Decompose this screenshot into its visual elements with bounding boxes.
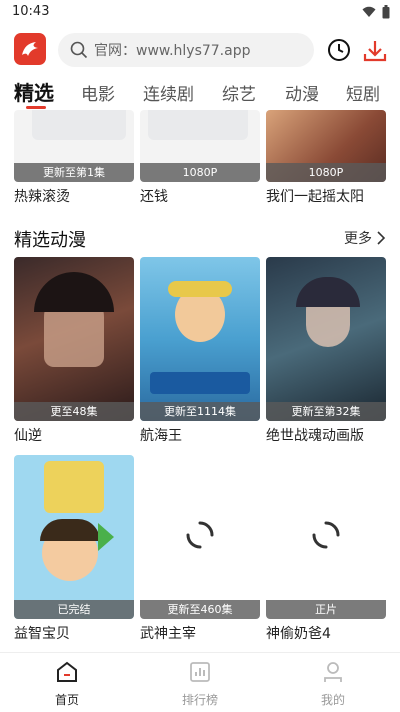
status-badge: 1080P <box>266 163 386 182</box>
tab-series[interactable]: 连续剧 <box>143 80 194 105</box>
section-header: 精选动漫 更多 <box>14 226 386 252</box>
active-tab-indicator <box>26 106 46 109</box>
card-title: 还钱 <box>140 189 168 205</box>
card-title: 仙逆 <box>14 428 42 444</box>
status-time: 10:43 <box>12 4 50 19</box>
tab-anime[interactable]: 动漫 <box>285 80 319 105</box>
card-title: 神偷奶爸4 <box>266 626 331 642</box>
chevron-right-icon <box>377 231 386 245</box>
media-card[interactable]: 正片 神偷奶爸4 <box>266 455 386 643</box>
section-title: 精选动漫 <box>14 230 86 251</box>
bottom-nav: 首页 排行榜 我的 <box>0 652 400 712</box>
nav-rankings-label: 排行榜 <box>181 693 218 707</box>
status-badge: 已完结 <box>14 600 134 619</box>
poster: 正片 <box>266 455 386 619</box>
media-card[interactable]: 1080P 我们一起摇太阳 <box>266 110 386 206</box>
nav-profile[interactable]: 我的 <box>293 661 373 708</box>
status-badge: 1080P <box>140 163 260 182</box>
more-button[interactable]: 更多 <box>344 228 386 248</box>
card-title: 热辣滚烫 <box>14 189 70 205</box>
media-card[interactable]: 更新至1114集 航海王 <box>140 257 260 445</box>
status-badge: 更新至1114集 <box>140 402 260 421</box>
search-placeholder: 官网：www.hlys77.app <box>94 43 251 59</box>
chart-icon <box>190 662 210 682</box>
more-label: 更多 <box>344 231 372 247</box>
search-icon <box>70 41 88 59</box>
status-badge: 更新至第32集 <box>266 402 386 421</box>
status-badge: 更新至第1集 <box>14 163 134 182</box>
media-card[interactable]: 已完结 益智宝贝 <box>14 455 134 643</box>
battery-icon <box>382 5 390 19</box>
card-title: 航海王 <box>140 428 182 444</box>
media-card[interactable]: 更至48集 仙逆 <box>14 257 134 445</box>
history-icon[interactable] <box>327 38 351 62</box>
poster: 1080P <box>266 110 386 182</box>
home-icon <box>57 661 77 682</box>
nav-profile-label: 我的 <box>320 693 345 707</box>
search-input[interactable]: 官网：www.hlys77.app <box>58 33 314 67</box>
poster: 1080P <box>140 110 260 182</box>
status-badge: 更至48集 <box>14 402 134 421</box>
tab-movies[interactable]: 电影 <box>81 80 115 105</box>
loading-spinner-icon <box>312 521 340 549</box>
user-icon <box>324 662 342 682</box>
status-badge: 正片 <box>266 600 386 619</box>
poster: 更至48集 <box>14 257 134 421</box>
nav-rankings[interactable]: 排行榜 <box>160 661 240 708</box>
poster: 更新至第1集 <box>14 110 134 182</box>
top-bar: 官网：www.hlys77.app <box>0 30 400 70</box>
status-bar: 10:43 <box>0 0 400 24</box>
card-title: 武神主宰 <box>140 626 196 642</box>
card-title: 我们一起摇太阳 <box>266 189 364 205</box>
tab-variety[interactable]: 综艺 <box>222 80 256 105</box>
media-card[interactable]: 更新至第1集 热辣滚烫 <box>14 110 134 206</box>
media-card[interactable]: 更新至460集 武神主宰 <box>140 455 260 643</box>
status-badge: 更新至460集 <box>140 600 260 619</box>
nav-home-label: 首页 <box>54 693 79 707</box>
poster: 已完结 <box>14 455 134 619</box>
tab-short-drama[interactable]: 短剧 <box>346 80 380 105</box>
wifi-icon <box>362 6 376 17</box>
card-title: 绝世战魂动画版 <box>266 428 364 444</box>
app-logo[interactable] <box>14 33 46 65</box>
tab-featured[interactable]: 精选 <box>14 77 54 106</box>
media-card[interactable]: 1080P 还钱 <box>140 110 260 206</box>
content-feed[interactable]: 更新至第1集 热辣滚烫 1080P 还钱 1080P 我们一起摇太阳 精选动漫 … <box>0 110 400 652</box>
poster: 更新至460集 <box>140 455 260 619</box>
nav-home[interactable]: 首页 <box>27 661 107 708</box>
card-title: 益智宝贝 <box>14 626 70 642</box>
category-tabs: 精选 电影 连续剧 综艺 动漫 短剧 <box>0 72 400 110</box>
media-card[interactable]: 更新至第32集 绝世战魂动画版 <box>266 257 386 445</box>
loading-spinner-icon <box>186 521 214 549</box>
poster: 更新至1114集 <box>140 257 260 421</box>
poster: 更新至第32集 <box>266 257 386 421</box>
download-icon[interactable] <box>362 38 388 64</box>
status-icons <box>362 5 390 19</box>
